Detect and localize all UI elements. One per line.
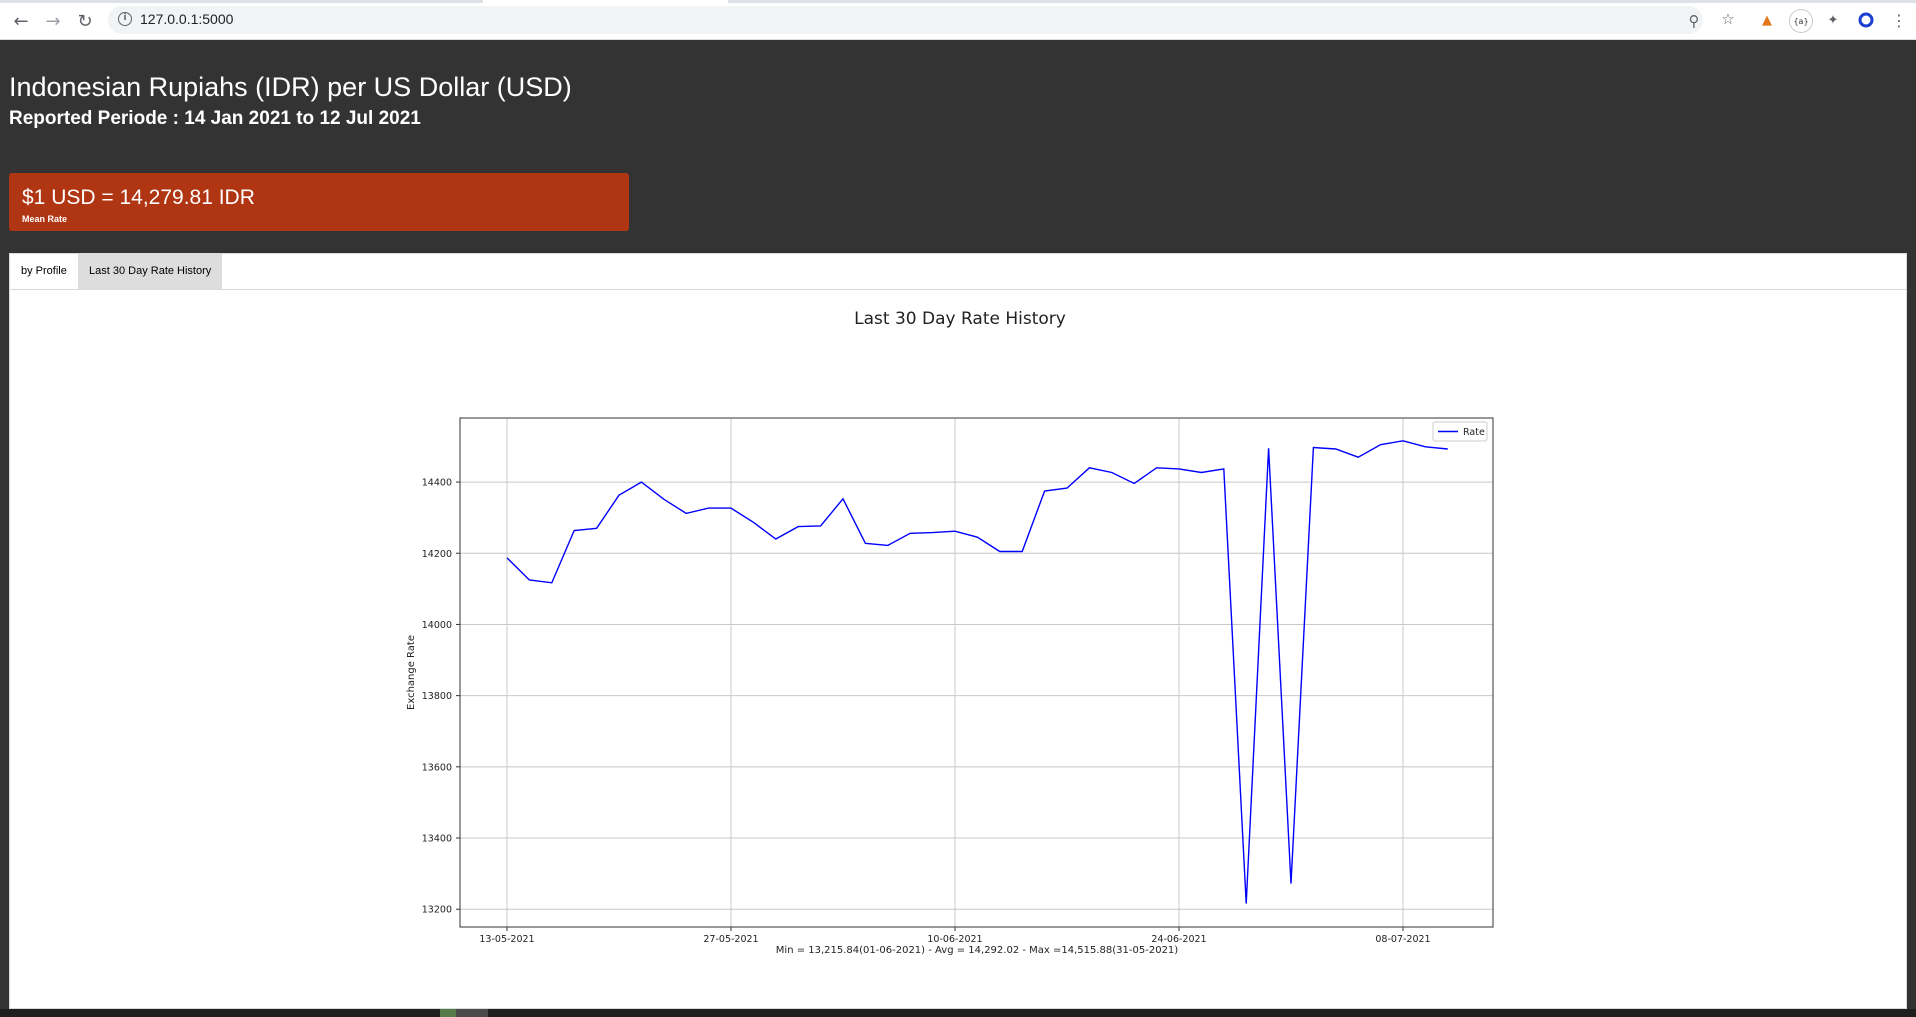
reload-icon[interactable]: ↻ <box>72 8 98 34</box>
taskbar-strip <box>0 1009 1916 1017</box>
x-tick-label: 27-05-2021 <box>703 934 758 945</box>
chart-grid <box>460 418 1493 927</box>
mean-rate-card: $1 USD = 14,279.81 IDR Mean Rate <box>9 173 629 231</box>
info-icon[interactable]: i <box>118 12 132 26</box>
x-axis-label: Min = 13,215.84(01-06-2021) - Avg = 14,2… <box>776 945 1179 956</box>
tab-strip <box>0 0 1916 3</box>
y-tick-label: 14000 <box>422 620 452 631</box>
tab-last-30-day-rate-history[interactable]: Last 30 Day Rate History <box>78 254 223 289</box>
bookmark-star-icon[interactable]: ☆ <box>1720 11 1736 27</box>
tab-by-profile[interactable]: by Profile <box>10 254 78 289</box>
y-tick-label: 14400 <box>422 478 452 489</box>
address-bar[interactable]: i 127.0.0.1:5000 ⚲ <box>108 6 1703 34</box>
page-title: Indonesian Rupiahs (IDR) per US Dollar (… <box>9 72 572 102</box>
menu-dots-icon[interactable]: ⋮ <box>1888 9 1910 31</box>
metamask-fox-icon[interactable]: ▲ <box>1756 9 1778 31</box>
forward-icon[interactable]: → <box>40 8 66 34</box>
rate-history-chart: Last 30 Day Rate History 13200 13400 13600… <box>406 309 1494 956</box>
y-tick-label: 13800 <box>422 691 452 702</box>
mean-rate-value: $1 USD = 14,279.81 IDR <box>22 186 255 209</box>
chart-title: Last 30 Day Rate History <box>854 309 1066 329</box>
address-url[interactable]: 127.0.0.1:5000 <box>140 11 233 27</box>
plot-area <box>459 417 1494 928</box>
json-extension-icon[interactable]: {a} <box>1789 9 1813 33</box>
x-tick-label: 24-06-2021 <box>1151 934 1206 945</box>
page-subtitle: Reported Periode : 14 Jan 2021 to 12 Jul… <box>9 108 421 129</box>
y-axis: 13200 13400 13600 13800 14000 14200 14400 <box>422 478 460 916</box>
extensions-puzzle-icon[interactable]: ✦ <box>1822 9 1844 31</box>
chart-legend: Rate <box>1432 421 1488 442</box>
tab-panel: by Profile Last 30 Day Rate History Last… <box>9 253 1907 1009</box>
tab-bar: by Profile Last 30 Day Rate History <box>10 254 1906 290</box>
y-tick-label: 13200 <box>422 905 452 916</box>
y-tick-label: 14200 <box>422 549 452 560</box>
mean-rate-caption: Mean Rate <box>22 214 68 224</box>
legend-label: Rate <box>1463 427 1485 438</box>
y-axis-label: Exchange Rate <box>406 635 417 710</box>
x-tick-label: 10-06-2021 <box>927 934 982 945</box>
x-tick-label: 08-07-2021 <box>1375 934 1430 945</box>
series-rate-line <box>506 440 1448 904</box>
y-tick-label: 13400 <box>422 834 452 845</box>
chart-container: Last 30 Day Rate History 13200 13400 13600… <box>10 291 1900 1010</box>
active-browser-tab[interactable] <box>483 0 728 3</box>
json-extension-label: {a} <box>1793 16 1809 26</box>
profile-icon[interactable] <box>1855 9 1877 31</box>
zoom-icon[interactable]: ⚲ <box>1686 13 1702 29</box>
back-icon[interactable]: ← <box>8 8 34 34</box>
x-axis: 13-05-2021 27-05-2021 10-06-2021 24-06-2021… <box>479 927 1431 945</box>
y-tick-label: 13600 <box>422 762 452 773</box>
browser-toolbar: ← → ↻ i 127.0.0.1:5000 ⚲ ☆ ▲ {a} ✦ ⋮ <box>0 0 1916 40</box>
x-tick-label: 13-05-2021 <box>479 934 534 945</box>
